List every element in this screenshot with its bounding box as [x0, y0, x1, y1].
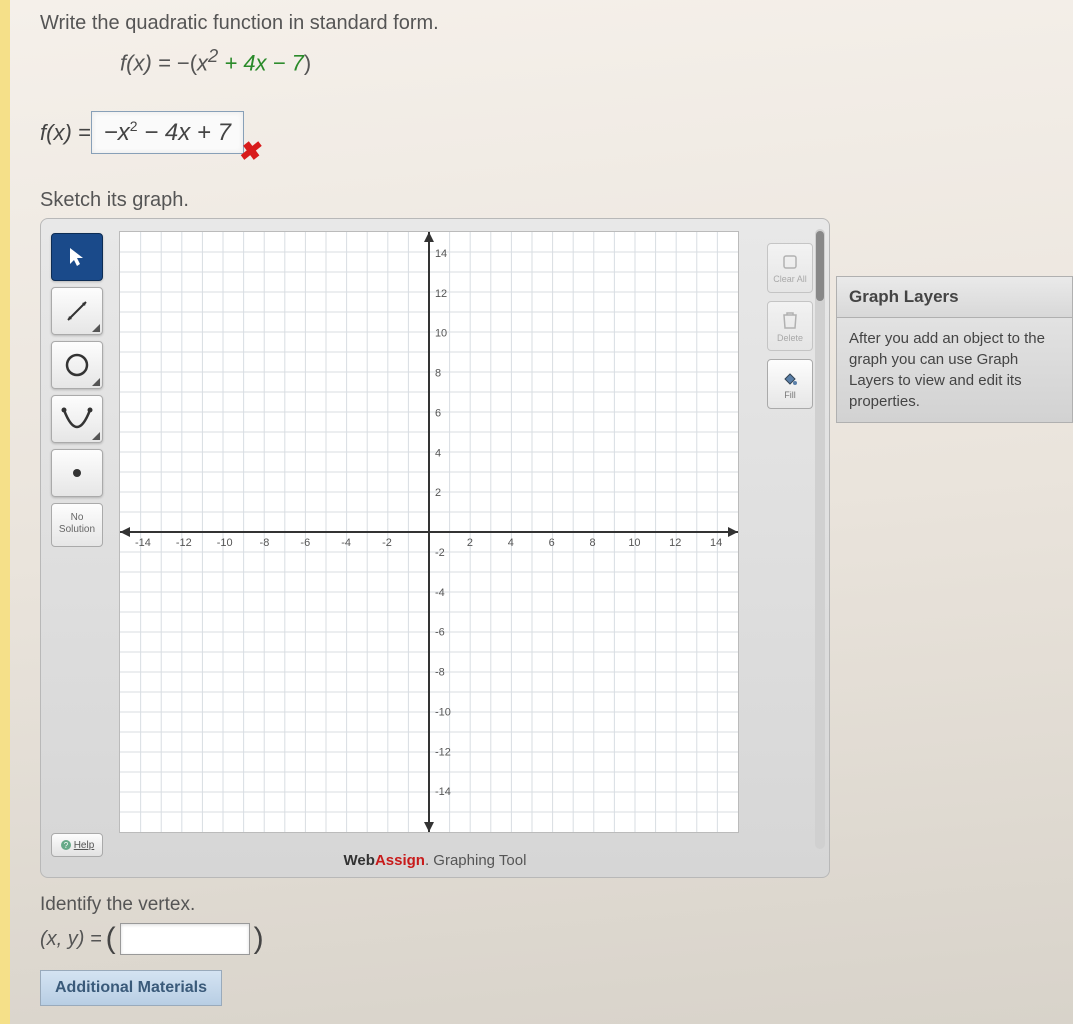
graph-grid[interactable]: 14 12 10 8 6 4 2 -2 -4 -6 -8 -10 -12 -14 -14 -12 -10 -8… [119, 231, 739, 833]
svg-text:12: 12 [669, 537, 681, 549]
svg-text:8: 8 [589, 537, 595, 549]
line-tool[interactable] [51, 287, 103, 335]
svg-text:10: 10 [435, 328, 447, 340]
dot-icon [67, 463, 87, 483]
vertex-input[interactable] [120, 923, 250, 955]
graphing-tool-panel: No Solution ? Help 14 12 10 8 6 4 2 [40, 218, 830, 878]
parabola-icon [60, 404, 94, 434]
svg-text:14: 14 [435, 248, 447, 260]
question-content: Write the quadratic function in standard… [0, 0, 1073, 1006]
circle-icon [63, 351, 91, 379]
fill-button[interactable]: Fill [767, 359, 813, 409]
close-paren: ) [254, 922, 264, 956]
vertex-lhs: (x, y) = [40, 928, 102, 951]
svg-text:2: 2 [435, 487, 441, 499]
svg-text:12: 12 [435, 288, 447, 300]
svg-text:-2: -2 [435, 547, 445, 559]
line-icon [62, 296, 92, 326]
svg-text:-10: -10 [435, 707, 451, 719]
point-tool[interactable] [51, 449, 103, 497]
close-paren: ) [304, 50, 311, 75]
fill-label: Fill [784, 390, 796, 400]
help-label: Help [74, 840, 95, 851]
clear-all-button[interactable]: Clear All [767, 243, 813, 293]
svg-text:10: 10 [628, 537, 640, 549]
no-sol-l2: Solution [52, 524, 102, 536]
svg-text:-4: -4 [341, 537, 351, 549]
circle-tool[interactable] [51, 341, 103, 389]
svg-text:-14: -14 [135, 537, 151, 549]
layers-body: After you add an object to the graph you… [836, 318, 1073, 423]
term-4x: 4x [243, 50, 266, 75]
grid-svg: 14 12 10 8 6 4 2 -2 -4 -6 -8 -10 -12 -14 -14 -12 -10 -8… [120, 232, 738, 832]
plus: + [218, 50, 243, 75]
given-equation: f(x) = −(x2 + 4x − 7) [120, 45, 1073, 76]
svg-text:?: ? [63, 841, 68, 850]
delete-button[interactable]: Delete [767, 301, 813, 351]
additional-materials-button[interactable]: Additional Materials [40, 970, 222, 1006]
vertex-section: Identify the vertex. (x, y) = ( ) [40, 894, 1073, 956]
brand-assign: Assign [375, 852, 425, 869]
cursor-icon [68, 246, 86, 268]
sketch-label: Sketch its graph. [40, 189, 1073, 212]
right-tool-column: Clear All Delete Fill [767, 243, 813, 409]
prompt-text: Write the quadratic function in standard… [40, 12, 1073, 35]
svg-text:4: 4 [435, 448, 441, 460]
scroll-thumb[interactable] [816, 231, 824, 301]
neg-open: −( [177, 50, 197, 75]
graph-layers-panel: Graph Layers After you add an object to … [836, 276, 1073, 423]
svg-text:6: 6 [549, 537, 555, 549]
help-icon: ? [60, 839, 72, 851]
brand-suffix: . Graphing Tool [425, 852, 526, 869]
parabola-tool[interactable] [51, 395, 103, 443]
answer-input[interactable]: −x2 − 4x + 7 [91, 111, 244, 154]
tool-column: No Solution [51, 233, 111, 547]
vertex-line: (x, y) = ( ) [40, 922, 1073, 956]
svg-text:4: 4 [508, 537, 514, 549]
no-sol-l1: No [52, 512, 102, 524]
given-lhs: f(x) = [120, 50, 177, 75]
no-solution-button[interactable]: No Solution [51, 503, 103, 547]
svg-text:-8: -8 [260, 537, 270, 549]
svg-text:-6: -6 [435, 627, 445, 639]
left-accent-bar [0, 0, 10, 1024]
layers-title: Graph Layers [836, 276, 1073, 318]
svg-text:2: 2 [467, 537, 473, 549]
svg-text:-12: -12 [176, 537, 192, 549]
exp-2: 2 [208, 45, 218, 66]
svg-text:-10: -10 [217, 537, 233, 549]
trash-icon [781, 310, 799, 330]
clear-icon [781, 253, 799, 271]
term-m7: − 7 [267, 50, 304, 75]
delete-label: Delete [777, 333, 803, 343]
svg-text:-14: -14 [435, 786, 451, 798]
open-paren: ( [106, 922, 116, 956]
panel-scrollbar[interactable] [815, 229, 825, 849]
svg-text:-12: -12 [435, 747, 451, 759]
pointer-tool[interactable] [51, 233, 103, 281]
svg-text:-8: -8 [435, 667, 445, 679]
svg-text:-6: -6 [300, 537, 310, 549]
answer-row: f(x) = −x2 − 4x + 7 ✖ [40, 94, 1073, 171]
svg-text:8: 8 [435, 368, 441, 380]
svg-text:-2: -2 [382, 537, 392, 549]
svg-text:-4: -4 [435, 587, 445, 599]
x-term: x [197, 50, 208, 75]
vertex-label: Identify the vertex. [40, 894, 1073, 916]
svg-text:14: 14 [710, 537, 722, 549]
clear-label: Clear All [773, 274, 807, 284]
fill-icon [781, 369, 799, 387]
svg-text:6: 6 [435, 408, 441, 420]
webassign-brand: WebAssign. Graphing Tool [41, 852, 829, 869]
incorrect-icon: ✖ [238, 136, 260, 167]
answer-lhs: f(x) = [40, 120, 91, 146]
brand-web: Web [344, 852, 375, 869]
